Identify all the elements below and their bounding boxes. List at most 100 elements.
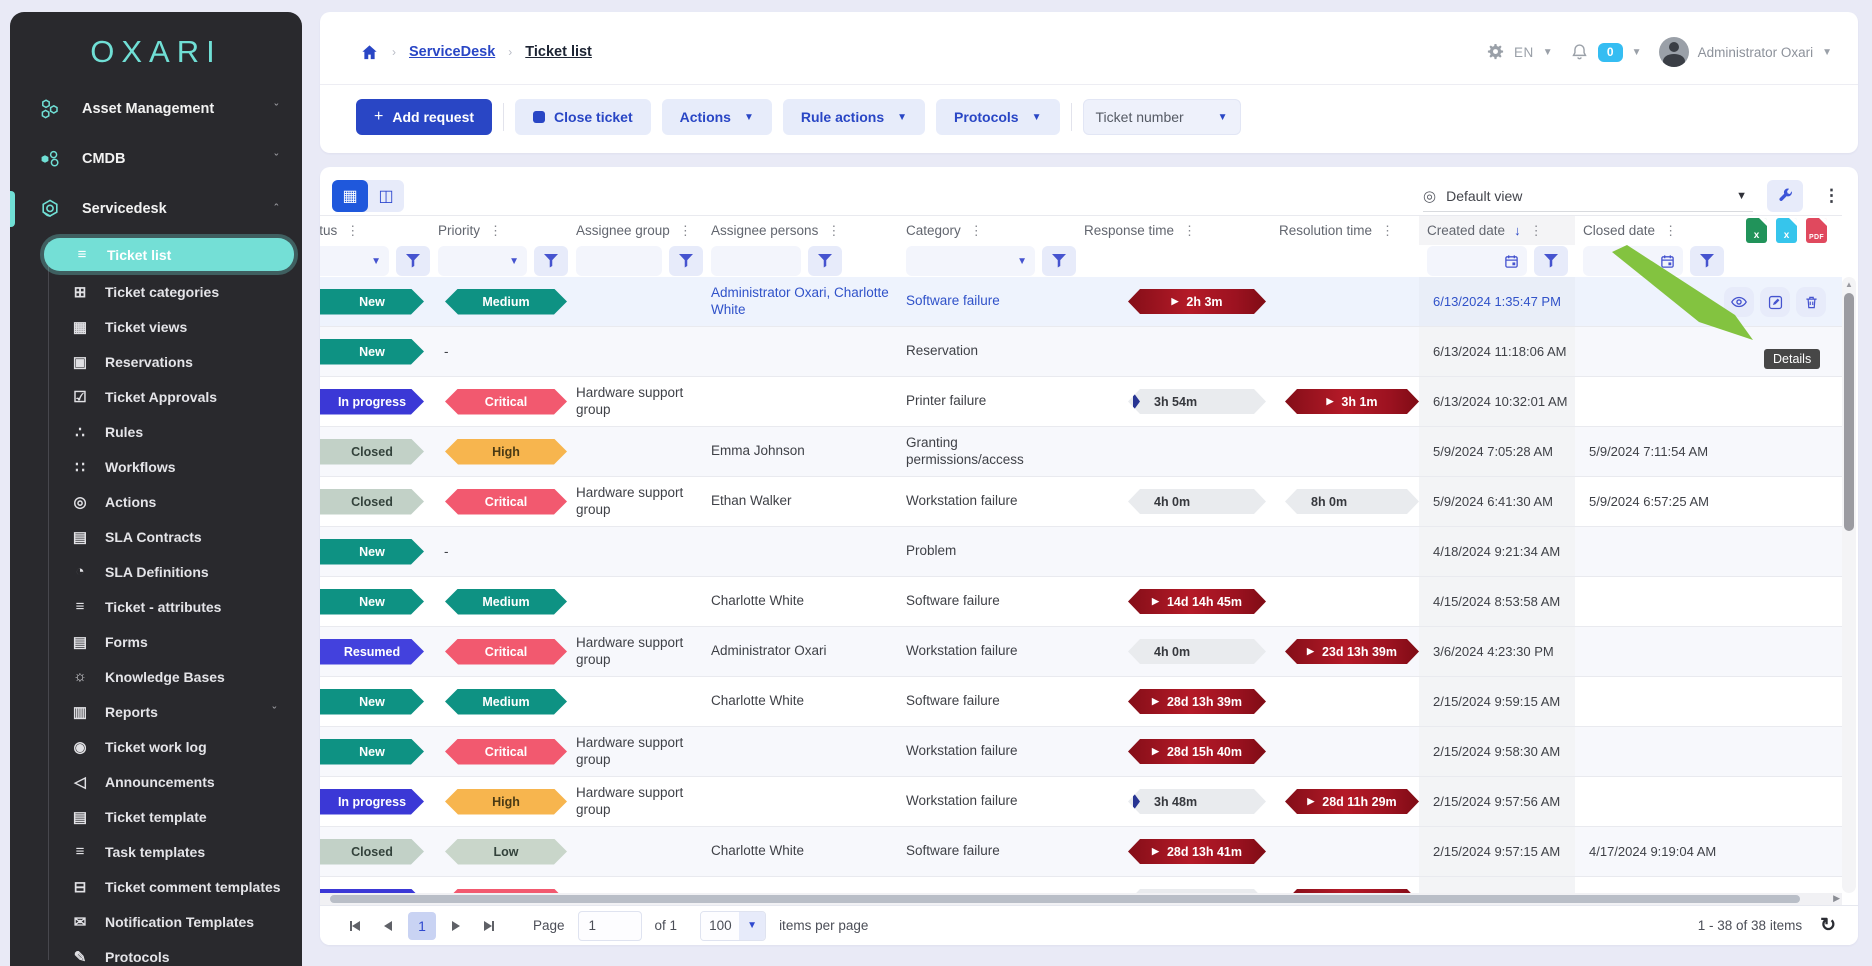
next-page-button[interactable] (443, 913, 469, 939)
ticket-row[interactable]: New Medium Charlotte White Software fail… (320, 677, 1842, 727)
sidebar-section-asset-management[interactable]: Asset Management ˇ (10, 84, 302, 134)
breadcrumb-servicedesk[interactable]: ServiceDesk (409, 44, 495, 60)
sidebar-item-ticket-views[interactable]: ▦ Ticket views (10, 309, 302, 344)
breadcrumb-ticket-list[interactable]: Ticket list (525, 44, 592, 60)
scroll-right-icon[interactable]: ▶ (1833, 893, 1840, 904)
ticket-row[interactable]: Closed High Emma Johnson Granting permis… (320, 427, 1842, 477)
filter-dropdown[interactable]: ▼ (438, 246, 527, 276)
user-avatar[interactable] (1659, 37, 1689, 67)
sidebar-item-workflows[interactable]: ∷ Workflows (10, 449, 302, 484)
filter-funnel-button[interactable] (808, 246, 842, 276)
ticket-row[interactable]: New Medium Administrator Oxari, Charlott… (320, 277, 1842, 327)
grid-menu-kebab-button[interactable]: ⋮ (1817, 186, 1846, 206)
previous-page-button[interactable] (375, 913, 401, 939)
details-eye-button[interactable] (1724, 287, 1754, 317)
sidebar-item-sla-contracts[interactable]: ▤ SLA Contracts (10, 519, 302, 554)
notification-count-badge[interactable]: 0 (1598, 43, 1623, 62)
page-number-input[interactable]: 1 (578, 911, 642, 941)
ticket-row[interactable]: Resumed Critical Hardware support group … (320, 627, 1842, 677)
sidebar-item-task-templates[interactable]: ≡ Task templates (10, 834, 302, 869)
sidebar-item-ticket-list[interactable]: ≡ Ticket list (44, 238, 294, 271)
column-header-category[interactable]: Category ⋮ (898, 216, 1076, 245)
sidebar-item-reports[interactable]: ▥ Reports ˇ (10, 694, 302, 729)
view-selector[interactable]: ◎ Default view ▼ (1423, 180, 1753, 212)
column-view-toggle[interactable]: ◫ (368, 180, 404, 212)
ticket-row[interactable]: New Critical Hardware support group Work… (320, 727, 1842, 777)
column-header-closed-date[interactable]: Closed date ⋮ (1575, 216, 1738, 245)
page-size-select[interactable]: 100 ▼ (700, 911, 766, 941)
ticket-row[interactable]: New - Problem 4/18/2024 9:21:34 AM (320, 527, 1842, 577)
first-page-button[interactable] (342, 913, 368, 939)
notifications-bell-icon[interactable] (1570, 43, 1589, 62)
rule-actions-dropdown-button[interactable]: Rule actions▼ (783, 99, 925, 135)
ticket-row[interactable]: New Medium Charlotte White Software fail… (320, 577, 1842, 627)
column-menu-kebab-icon[interactable]: ⋮ (1664, 223, 1677, 239)
refresh-icon[interactable]: ↻ (1820, 914, 1836, 937)
filter-funnel-button[interactable] (669, 246, 703, 276)
sidebar-item-rules[interactable]: ∴ Rules (10, 414, 302, 449)
column-menu-kebab-icon[interactable]: ⋮ (1183, 223, 1196, 239)
column-menu-kebab-icon[interactable]: ⋮ (827, 223, 840, 239)
column-menu-kebab-icon[interactable]: ⋮ (1381, 223, 1394, 239)
column-menu-kebab-icon[interactable]: ⋮ (679, 223, 692, 239)
sidebar-item-sla-definitions[interactable]: ◔ SLA Definitions (10, 554, 302, 589)
column-menu-kebab-icon[interactable]: ⋮ (489, 223, 502, 239)
filter-funnel-button[interactable] (534, 246, 568, 276)
column-header-resolution-time[interactable]: Resolution time ⋮ (1271, 216, 1419, 245)
filter-date-input[interactable] (1583, 246, 1683, 276)
sidebar-item-notification-templates[interactable]: ✉ Notification Templates (10, 904, 302, 939)
sidebar-section-cmdb[interactable]: CMDB ˇ (10, 134, 302, 184)
add-request-button[interactable]: + Add request (356, 99, 492, 135)
sidebar-item-ticket-comment-templates[interactable]: ⊟ Ticket comment templates (10, 869, 302, 904)
sidebar-item-ticket-work-log[interactable]: ◉ Ticket work log (10, 729, 302, 764)
horizontal-scrollbar[interactable]: ▶ (320, 893, 1842, 905)
sidebar-item-ticket-attributes[interactable]: ≡ Ticket - attributes (10, 589, 302, 624)
column-menu-kebab-icon[interactable]: ⋮ (1530, 223, 1543, 239)
sidebar-section-servicedesk[interactable]: Servicedesk ˆ (10, 184, 302, 234)
column-header-created-date[interactable]: Created date ↓ ⋮ (1419, 216, 1575, 245)
ticket-row[interactable]: Closed Critical Hardware support group E… (320, 477, 1842, 527)
column-header-response-time[interactable]: Response time ⋮ (1076, 216, 1271, 245)
filter-text-input[interactable] (576, 246, 662, 276)
column-header-priority[interactable]: Priority ⋮ (430, 216, 568, 245)
language-selector[interactable]: EN (1514, 45, 1534, 60)
ticket-row[interactable]: In progress Critical Hardware support gr… (320, 377, 1842, 427)
vertical-scrollbar[interactable]: ▲ (1842, 277, 1856, 893)
notifications-caret-icon[interactable]: ▼ (1632, 47, 1642, 58)
last-page-button[interactable] (476, 913, 502, 939)
filter-date-input[interactable] (1427, 246, 1527, 276)
scroll-up-icon[interactable]: ▲ (1842, 277, 1856, 289)
ticket-row[interactable]: Closed Low Charlotte White Software fail… (320, 827, 1842, 877)
filter-dropdown[interactable]: ▼ (320, 246, 389, 276)
grid-view-toggle[interactable]: ▦ (332, 180, 368, 212)
language-caret-icon[interactable]: ▼ (1543, 47, 1553, 58)
protocols-dropdown-button[interactable]: Protocols▼ (936, 99, 1059, 135)
column-menu-kebab-icon[interactable]: ⋮ (970, 223, 983, 239)
column-header-assignee-group[interactable]: Assignee group ⋮ (568, 216, 703, 245)
column-header-status[interactable]: Status ⋮ (320, 216, 430, 245)
vertical-scrollbar-thumb[interactable] (1844, 293, 1854, 531)
user-name[interactable]: Administrator Oxari (1698, 45, 1814, 60)
edit-button[interactable] (1760, 287, 1790, 317)
horizontal-scrollbar-thumb[interactable] (330, 895, 1800, 903)
actions-dropdown-button[interactable]: Actions▼ (662, 99, 772, 135)
filter-dropdown[interactable]: ▼ (906, 246, 1035, 276)
page-number-button[interactable]: 1 (408, 912, 436, 940)
filter-funnel-button[interactable] (1042, 246, 1076, 276)
export-pdf-icon[interactable]: PDF (1806, 218, 1827, 243)
sidebar-item-reservations[interactable]: ▣ Reservations (10, 344, 302, 379)
sidebar-item-ticket-template[interactable]: ▤ Ticket template (10, 799, 302, 834)
sidebar-item-actions[interactable]: ◎ Actions (10, 484, 302, 519)
export-excel-alt-icon[interactable]: x (1776, 218, 1797, 243)
column-menu-kebab-icon[interactable]: ⋮ (346, 223, 359, 239)
settings-gear-icon[interactable] (1486, 43, 1505, 62)
user-menu-caret-icon[interactable]: ▼ (1822, 47, 1832, 58)
column-header-assignee-persons[interactable]: Assignee persons ⋮ (703, 216, 898, 245)
filter-funnel-button[interactable] (1534, 246, 1568, 276)
ticket-row[interactable]: In progress High Hardware support group … (320, 777, 1842, 827)
sidebar-item-announcements[interactable]: ◁ Announcements (10, 764, 302, 799)
delete-button[interactable] (1796, 287, 1826, 317)
ticket-row[interactable]: ▶ (320, 877, 1842, 893)
ticket-row[interactable]: New - Reservation 6/13/2024 11:18:06 AM (320, 327, 1842, 377)
export-excel-icon[interactable]: x (1746, 218, 1767, 243)
